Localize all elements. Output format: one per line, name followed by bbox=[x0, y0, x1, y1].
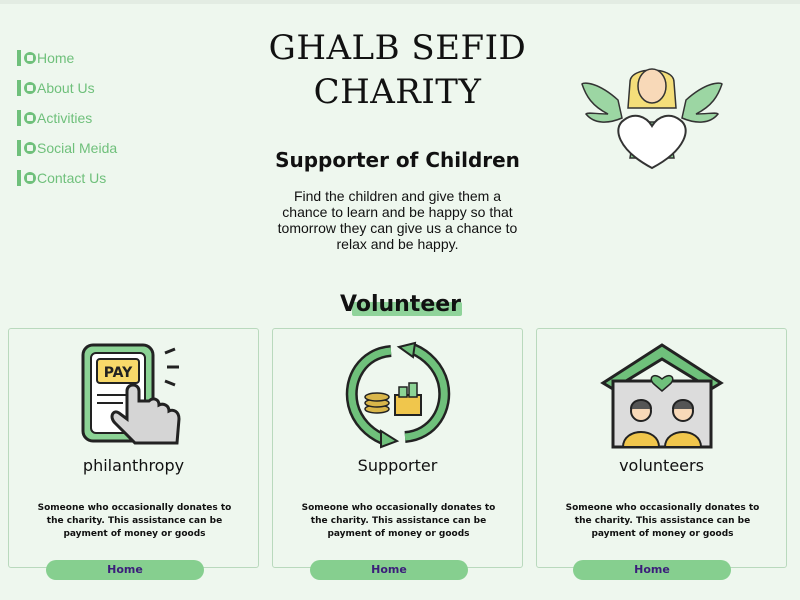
nav-marker bbox=[17, 110, 21, 126]
card-philanthropy: PAY philanthropy Someone who occasionall… bbox=[8, 328, 259, 568]
nav-marker bbox=[17, 50, 21, 66]
contact-icon bbox=[24, 172, 36, 184]
page-title: GHALB SEFID CHARITY bbox=[250, 26, 545, 114]
about-icon bbox=[24, 82, 36, 94]
money-cycle-icon bbox=[345, 341, 451, 449]
nav-item-about[interactable]: About Us bbox=[17, 78, 217, 98]
section-title: Volunteer bbox=[340, 292, 462, 317]
nav-label: About Us bbox=[37, 80, 95, 96]
nav-marker bbox=[17, 140, 21, 156]
nav-marker bbox=[17, 170, 21, 186]
nav-item-social[interactable]: Social Meida bbox=[17, 138, 217, 158]
top-border bbox=[0, 0, 800, 4]
nav-label: Social Meida bbox=[37, 140, 118, 156]
house-people-icon bbox=[600, 343, 724, 449]
sidebar-nav: Home About Us Activities Social Meida Co… bbox=[17, 48, 217, 198]
card-home-button[interactable]: Home bbox=[573, 560, 731, 580]
nav-label: Home bbox=[37, 50, 75, 66]
angel-heart-icon bbox=[581, 68, 723, 170]
card-title: volunteers bbox=[619, 456, 704, 475]
card-volunteers: volunteers Someone who occasionally dona… bbox=[536, 328, 787, 568]
card-text: Someone who occasionally donates to the … bbox=[565, 503, 760, 539]
card-title: Supporter bbox=[357, 456, 438, 475]
nav-label: Contact Us bbox=[37, 170, 107, 186]
title-line-1: GHALB SEFID bbox=[268, 28, 527, 68]
social-icon bbox=[24, 142, 36, 154]
pay-hand-icon: PAY bbox=[81, 343, 181, 445]
card-home-button[interactable]: Home bbox=[46, 560, 204, 580]
card-title: philanthropy bbox=[82, 456, 185, 475]
page-description: Find the children and give them a chance… bbox=[277, 188, 518, 252]
nav-item-activities[interactable]: Activities bbox=[17, 108, 217, 128]
card-text: Someone who occasionally donates to the … bbox=[37, 503, 232, 539]
page-subtitle: Supporter of Children bbox=[275, 148, 520, 172]
card-text: Someone who occasionally donates to the … bbox=[301, 503, 496, 539]
nav-marker bbox=[17, 80, 21, 96]
nav-item-contact[interactable]: Contact Us bbox=[17, 168, 217, 188]
nav-label: Activities bbox=[37, 110, 93, 126]
activities-icon bbox=[24, 112, 36, 124]
home-icon bbox=[24, 52, 36, 64]
nav-item-home[interactable]: Home bbox=[17, 48, 217, 68]
card-supporter: Supporter Someone who occasionally donat… bbox=[272, 328, 523, 568]
svg-text:PAY: PAY bbox=[104, 365, 133, 381]
title-line-2: CHARITY bbox=[313, 72, 482, 112]
card-home-button[interactable]: Home bbox=[310, 560, 468, 580]
